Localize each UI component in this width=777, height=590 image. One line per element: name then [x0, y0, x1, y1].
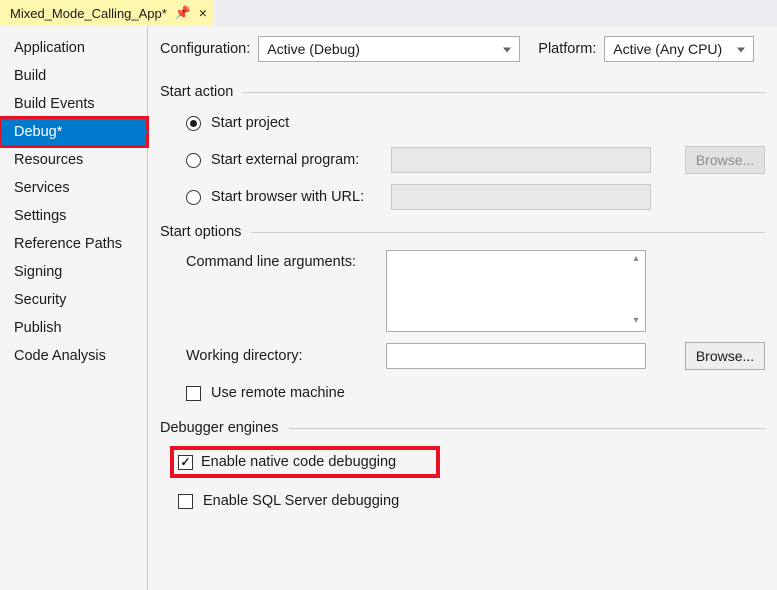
sidebar-item-application[interactable]: Application — [0, 34, 147, 62]
sidebar-item-settings[interactable]: Settings — [0, 202, 147, 230]
platform-combo[interactable]: Active (Any CPU) — [604, 36, 754, 62]
sidebar-item-build-events[interactable]: Build Events — [0, 90, 147, 118]
browser-url-input — [391, 184, 651, 210]
scroll-up-icon[interactable]: ▴ — [629, 253, 643, 267]
sidebar-item-resources[interactable]: Resources — [0, 146, 147, 174]
divider — [251, 232, 765, 233]
radio-start-browser[interactable] — [186, 190, 201, 205]
sidebar: ApplicationBuildBuild EventsDebug*Resour… — [0, 26, 148, 590]
workdir-input[interactable] — [386, 343, 646, 369]
section-title-debugger: Debugger engines — [160, 420, 279, 436]
document-tab[interactable]: Mixed_Mode_Calling_App* 📌 ✕ — [0, 0, 213, 26]
configuration-label: Configuration: — [160, 41, 250, 57]
external-program-input — [391, 147, 651, 173]
label-start-external: Start external program: — [211, 152, 381, 168]
cmdline-textarea[interactable]: ▴ ▾ — [386, 250, 646, 332]
pin-icon[interactable]: 📌 — [175, 5, 191, 21]
sidebar-item-publish[interactable]: Publish — [0, 314, 147, 342]
sidebar-item-services[interactable]: Services — [0, 174, 147, 202]
checkbox-sql-debugging[interactable] — [178, 494, 193, 509]
sidebar-item-reference-paths[interactable]: Reference Paths — [0, 230, 147, 258]
sidebar-item-debug[interactable]: Debug* — [0, 118, 147, 146]
close-icon[interactable]: ✕ — [199, 6, 207, 21]
radio-start-external[interactable] — [186, 153, 201, 168]
main-panel: Configuration: Active (Debug) Platform: … — [148, 26, 777, 590]
configuration-value: Active (Debug) — [267, 41, 360, 57]
platform-label: Platform: — [538, 41, 596, 57]
label-workdir: Working directory: — [186, 348, 376, 364]
section-title-start-options: Start options — [160, 224, 241, 240]
sidebar-item-build[interactable]: Build — [0, 62, 147, 90]
sidebar-item-security[interactable]: Security — [0, 286, 147, 314]
tab-bar: Mixed_Mode_Calling_App* 📌 ✕ — [0, 0, 777, 26]
label-cmdline: Command line arguments: — [186, 250, 376, 270]
divider — [243, 92, 765, 93]
checkbox-native-debugging[interactable] — [178, 455, 193, 470]
label-start-project: Start project — [211, 115, 289, 131]
tab-title: Mixed_Mode_Calling_App* — [10, 6, 167, 21]
scroll-down-icon[interactable]: ▾ — [629, 315, 643, 329]
checkbox-remote-machine[interactable] — [186, 386, 201, 401]
browse-external-button: Browse... — [685, 146, 765, 174]
radio-start-project[interactable] — [186, 116, 201, 131]
divider — [289, 428, 765, 429]
browse-workdir-button[interactable]: Browse... — [685, 342, 765, 370]
sidebar-item-signing[interactable]: Signing — [0, 258, 147, 286]
configuration-combo[interactable]: Active (Debug) — [258, 36, 520, 62]
highlight-native-debugging: Enable native code debugging — [170, 446, 440, 478]
label-remote-machine: Use remote machine — [211, 385, 345, 401]
section-title-start-action: Start action — [160, 84, 233, 100]
label-sql-debugging: Enable SQL Server debugging — [203, 493, 399, 509]
label-start-browser: Start browser with URL: — [211, 189, 381, 205]
platform-value: Active (Any CPU) — [613, 41, 722, 57]
label-native-debugging: Enable native code debugging — [201, 454, 396, 470]
sidebar-item-code-analysis[interactable]: Code Analysis — [0, 342, 147, 370]
